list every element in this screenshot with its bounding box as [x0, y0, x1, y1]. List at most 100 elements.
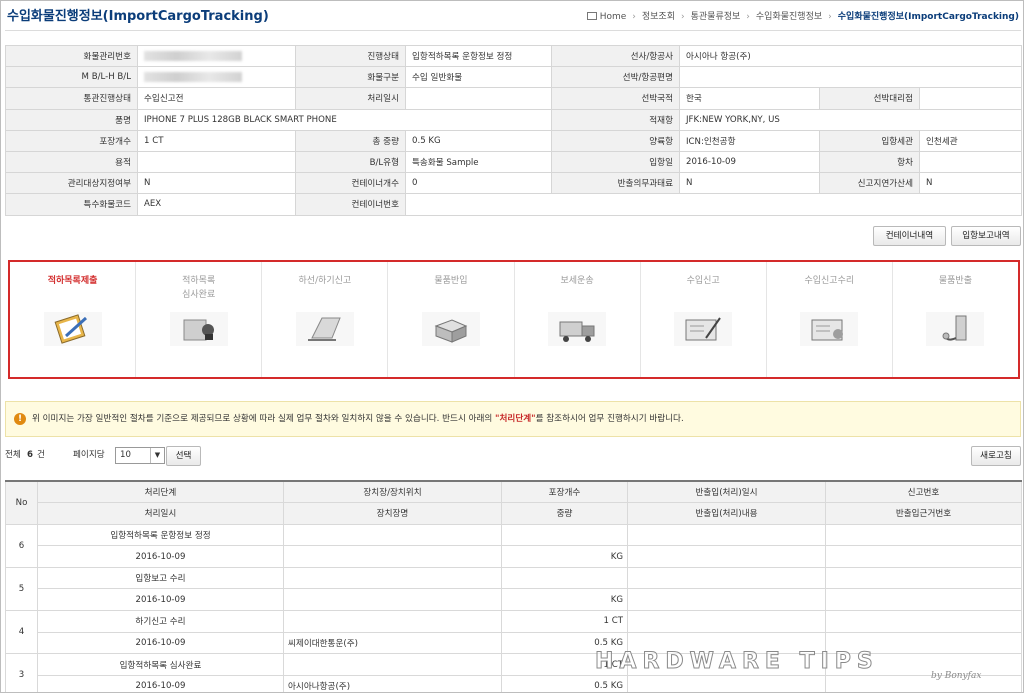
- row-place-name: 씨제이대한통운(주): [283, 631, 502, 655]
- row-declaration: [825, 523, 1022, 547]
- breadcrumb-current: 수입화물진행정보(ImportCargoTracking): [837, 12, 1019, 22]
- step-label: 수입신고: [686, 276, 720, 286]
- approved-form-icon: [800, 312, 859, 346]
- field-label: 입항세관: [819, 129, 920, 152]
- column-header: 반출입(처리)일시: [627, 480, 826, 504]
- field-label: 선박국적: [551, 87, 680, 110]
- field-label: M B/L-H B/L: [5, 66, 138, 89]
- field-label: 신고지연가산세: [819, 172, 920, 195]
- field-label: 특수화물코드: [5, 193, 138, 216]
- step-label: 물품반출: [938, 276, 972, 286]
- truck-icon: [548, 312, 607, 346]
- step-unloading[interactable]: 하선/하기신고: [262, 262, 389, 377]
- field-value: [918, 87, 1023, 110]
- row-number: 6: [5, 523, 38, 568]
- field-value: 0.5 KG: [405, 129, 552, 152]
- field-label: B/L유형: [295, 150, 406, 174]
- row-inout-content: [627, 545, 826, 568]
- per-page-select[interactable]: 10 ▼: [115, 447, 165, 464]
- container-details-button[interactable]: 컨테이너내역: [873, 226, 946, 246]
- row-date: 2016-10-09: [37, 588, 284, 612]
- step-bonded-transport[interactable]: 보세운송: [515, 262, 641, 377]
- field-value: 1 CT: [137, 129, 296, 152]
- step-manifest-submit[interactable]: 적하목록제출: [10, 262, 137, 377]
- breadcrumb-item[interactable]: 정보조회: [642, 9, 675, 22]
- row-step: 하기신고 수리: [37, 610, 284, 633]
- field-value: N: [137, 172, 296, 195]
- exit-icon: [926, 312, 985, 346]
- row-count: 1 CT: [501, 610, 628, 633]
- field-value: 한국: [679, 87, 820, 110]
- field-label: 총 중량: [295, 129, 406, 152]
- row-inout-time: [627, 566, 826, 590]
- refresh-button[interactable]: 새로고침: [971, 446, 1021, 466]
- field-label: 선사/항공사: [551, 44, 680, 68]
- row-number: 5: [5, 566, 38, 612]
- field-label: 선박/항공편명: [551, 66, 680, 89]
- table-row[interactable]: 6 입항적하목록 운항정보 정정: [5, 523, 1022, 568]
- row-count: [501, 523, 628, 547]
- row-date: 2016-10-09: [37, 674, 284, 692]
- step-label: 적하목록제출: [47, 276, 98, 286]
- laptop-icon: [295, 312, 354, 346]
- step-goods-release[interactable]: 물품반출: [893, 262, 1018, 377]
- row-declaration: [825, 566, 1022, 590]
- field-value: [678, 66, 1023, 89]
- breadcrumb-home[interactable]: Home: [600, 12, 627, 22]
- form-pen-icon: [674, 312, 733, 346]
- column-header: 처리일시: [37, 502, 284, 525]
- row-weight: KG: [501, 588, 628, 612]
- field-label: 포장개수: [5, 129, 138, 152]
- table-row[interactable]: 4 하기신고 수리 1 CT: [5, 610, 1022, 655]
- breadcrumb-item[interactable]: 통관물류정보: [691, 9, 741, 22]
- row-place: [283, 523, 502, 547]
- watermark-signature: by Bonyfax: [931, 671, 982, 681]
- field-value: 0: [405, 172, 552, 195]
- row-number: 4: [5, 610, 38, 655]
- step-label: 하선/하기신고: [298, 276, 352, 286]
- column-header: 처리단계: [37, 480, 284, 504]
- field-value: 특송화물 Sample: [405, 150, 552, 174]
- row-basis-number: [825, 674, 1022, 692]
- step-label: 수입신고수리: [804, 276, 855, 286]
- breadcrumb-separator: ›: [828, 12, 832, 22]
- table-row[interactable]: 5 입항보고 수리: [5, 566, 1022, 612]
- field-label: 컨테이너번호: [295, 193, 406, 216]
- step-import-declaration[interactable]: 수입신고: [641, 262, 767, 377]
- cargo-number-value: [137, 44, 296, 68]
- home-icon: [586, 12, 597, 20]
- field-value: AEX: [137, 193, 296, 216]
- field-value: IPHONE 7 PLUS 128GB BLACK SMART PHONE: [137, 108, 552, 131]
- row-place: [283, 653, 502, 676]
- field-label: 통관진행상태: [5, 87, 138, 110]
- field-value: [137, 150, 296, 174]
- arrival-report-button[interactable]: 입항보고내역: [951, 226, 1021, 246]
- warning-icon: !: [14, 413, 26, 425]
- row-count: [501, 566, 628, 590]
- breadcrumb-item[interactable]: 수입화물진행정보: [756, 9, 822, 22]
- field-label: 관리대상지정여부: [5, 172, 138, 195]
- row-place-name: [283, 545, 502, 568]
- table-row-detail[interactable]: 2016-10-09 아시아나항공(주) 0.5 KG: [6, 674, 1022, 692]
- watermark: HARDWARE TIPS: [595, 649, 879, 675]
- process-steps: 적하목록제출 적하목록 심사완료 하선/하기신고 물품반입 보세운송 수입신고 …: [8, 260, 1020, 379]
- field-label: 선박대리점: [819, 87, 920, 110]
- step-warehouse-in[interactable]: 물품반입: [388, 262, 515, 377]
- select-button[interactable]: 선택: [166, 446, 201, 466]
- field-label: 용적: [5, 150, 138, 174]
- table-row-detail[interactable]: 2016-10-09 KG: [6, 545, 1022, 568]
- step-manifest-review[interactable]: 적하목록 심사완료: [136, 262, 263, 377]
- step-import-approval[interactable]: 수입신고수리: [767, 262, 893, 377]
- bl-number-value: [137, 66, 296, 89]
- column-header: 포장개수: [501, 480, 628, 504]
- notice-highlight: "처리단계": [495, 414, 536, 424]
- row-place-name: 아시아나항공(주): [283, 674, 502, 692]
- row-weight: KG: [501, 545, 628, 568]
- field-label: 처리일시: [295, 87, 406, 110]
- per-page-value: 10: [120, 450, 131, 460]
- field-value: [918, 150, 1023, 174]
- field-value: 인천세관: [918, 129, 1023, 152]
- row-inout-content: [627, 588, 826, 612]
- table-row-detail[interactable]: 2016-10-09 KG: [6, 588, 1022, 612]
- step-label: 물품반입: [434, 276, 468, 286]
